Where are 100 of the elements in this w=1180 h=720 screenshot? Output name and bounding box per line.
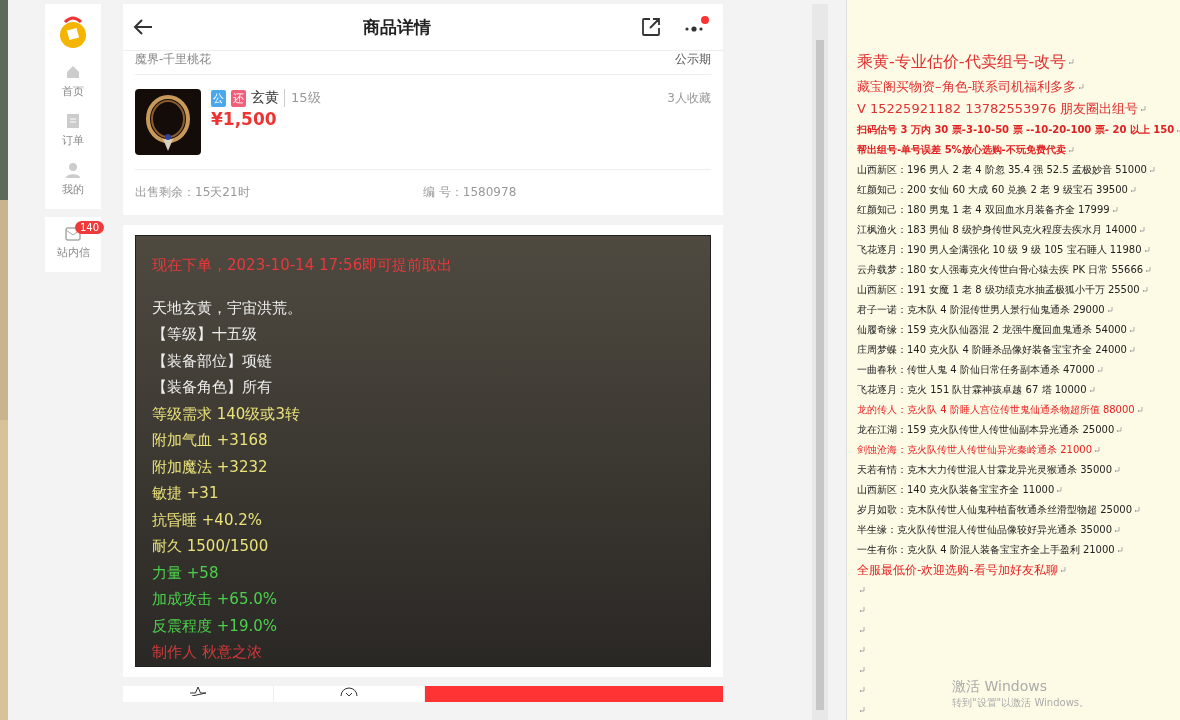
paragraph-mark-icon [859,687,865,693]
share-icon[interactable] [641,17,661,37]
description-line: 现在下单，2023-10-14 17:56即可提前取出 [152,255,454,276]
document-icon [66,113,80,129]
paragraph-mark-icon [1094,447,1100,453]
favorite-button[interactable] [123,686,274,702]
document-line: 山西新区：140 克火队装备宝宝齐全 11000 [857,480,1180,500]
document-line: 云舟载梦：180 女人强毒克火传世白骨心猿去疾 PK 日常 55666 [857,260,1180,280]
server-name: 魔界-千里桃花 [135,51,212,68]
paragraph-mark-icon [859,647,865,653]
document-line: 藏宝阁买物资–角色-联系司机福利多多 [857,76,1180,98]
paragraph-mark-icon [1136,407,1143,413]
paragraph-mark-icon [1148,167,1155,173]
document-line: V 15225921182 13782553976 朋友圈出组号 [857,98,1180,120]
paragraph-mark-icon [1088,387,1095,393]
paragraph-mark-icon [1068,59,1075,65]
document-line: 扫码估号 3 万内 30 票-3-10-50 票 --10-20-100 票- 20 以上 150 [857,120,1180,140]
buy-button[interactable] [425,686,723,702]
description-line: 天地玄黄，宇宙洪荒。 [152,297,303,319]
document-line: 江枫渔火：183 男仙 8 级护身传世风克火程度去疾水月 14000 [857,220,1180,240]
paragraph-mark-icon [859,607,865,613]
document-line: 庄周梦蝶：140 克火队 4 阶睡杀品像好装备宝宝齐全 24000 [857,340,1180,360]
paragraph-mark-icon [1116,547,1123,553]
user-icon [65,162,81,178]
description-line: 附加魔法 +3232 [152,456,269,478]
description-line: 等级需求 140级或3转 [152,403,301,425]
nav-item[interactable]: 首页 [62,64,84,99]
document-line: 仙履奇缘：159 克火队仙器混 2 龙强牛魔回血鬼通杀 54000 [857,320,1180,340]
description-line: 反震程度 +19.0% [152,615,278,637]
paragraph-mark-icon [1143,247,1150,253]
description-line: 制作人 秋意之浓 [152,642,263,663]
item-price: ¥1,500 [211,109,278,129]
document-line: 龙的传人：克火队 4 阶睡人宫位传世鬼仙通杀物超所值 88000 [857,400,1180,420]
paragraph-mark-icon [1139,227,1145,233]
home-icon [65,64,81,80]
document-line: 飞花逐月：190 男人全满强化 10 级 9 级 105 宝石睡人 11980 [857,240,1180,260]
activation-title: 激活 Windows [952,678,1048,696]
document-line: 红颜知己：200 女仙 60 大成 60 兑换 2 老 9 级宝石 39500 [857,180,1180,200]
paragraph-mark-icon [859,627,865,633]
document-line: 岁月如歌：克木队传世人仙鬼种植畜牧通杀丝滑型物超 25000 [857,500,1180,520]
paragraph-mark-icon [1106,307,1113,313]
paragraph-mark-icon [1111,207,1118,213]
description-line: 【等级】十五级 [152,324,258,345]
document-line: 君子一诺：克木队 4 阶混传世男人景行仙鬼通杀 29000 [857,300,1180,320]
paragraph-mark-icon [1059,567,1066,573]
paragraph-mark-icon [859,667,865,673]
document-line: 红颜知己：180 男鬼 1 老 4 双回血水月装备齐全 17999 [857,200,1180,220]
paragraph-mark-icon [1067,147,1074,153]
tag: 公 [211,89,226,107]
unread-badge: 140 [75,221,105,234]
tag: 还 [231,89,246,107]
scrollbar-thumb[interactable] [816,40,824,710]
paragraph-mark-icon [1129,347,1135,353]
nav-item[interactable]: 我的 [62,162,84,197]
paragraph-mark-icon [1096,367,1103,373]
remaining-time: 出售剩余：15天21时 [135,184,250,201]
paragraph-mark-icon [1140,106,1147,112]
document-line: 帮出组号-单号误差 5%放心选购-不玩免费代卖 [857,140,1180,160]
paragraph-mark-icon [1141,287,1148,293]
description-line: 附加气血 +3168 [152,430,269,451]
cancel-button[interactable] [274,686,425,702]
back-arrow-icon[interactable] [133,18,153,36]
paragraph-mark-icon [1114,527,1120,533]
document-line: 剑蚀沧海：克火队传世人传世仙异光秦岭通杀 21000 [857,440,1180,460]
paragraph-mark-icon [1129,187,1136,193]
paragraph-mark-icon [1078,84,1085,90]
document-line: 全服最低价-欢迎选购-看号加好友私聊 [857,560,1180,580]
description-line: 【装备角色】所有 [152,377,273,398]
status-label: 公示期 [675,51,711,68]
description-line: 【装备部位】项链 [152,350,273,372]
paragraph-mark-icon [1114,467,1120,473]
page-title: 商品详情 [363,15,431,39]
description-line: 耐久 1500/1500 [152,536,270,557]
paragraph-mark-icon [859,587,865,593]
document-line: 一生有你：克火队 4 阶混人装备宝宝齐全上手盈利 21000 [857,540,1180,560]
document-line: 一曲春秋：传世人鬼 4 阶仙日常任务副本通杀 47000 [857,360,1180,380]
favorites-count: 3人收藏 [667,89,711,107]
paragraph-mark-icon [1129,327,1135,333]
item-number: 编 号：1580978 [423,184,517,201]
paragraph-mark-icon [859,707,865,713]
activation-hint: 转到"设置"以激活 Windows。 [952,696,1090,710]
star-icon [189,686,207,696]
paragraph-mark-icon [1134,507,1140,513]
description-line: 加成攻击 +65.0% [152,589,278,610]
item-name: 玄黄 [251,89,279,107]
paragraph-mark-icon [1056,487,1063,493]
paragraph-mark-icon [1145,267,1152,273]
description-line: 敏捷 +31 [152,483,220,504]
document-line: 龙在江湖：159 克火队传世人传世仙副本异光通杀 25000 [857,420,1180,440]
document-line: 山西新区：191 女魔 1 老 8 级功绩克水抽孟极狐小千万 25500 [857,280,1180,300]
document-line: 山西新区：196 男人 2 老 4 阶忽 35.4 强 52.5 孟极妙音 51000 [857,160,1180,180]
document-line: 半生缘：克火队传世混人传世仙品像较好异光通杀 35000 [857,520,1180,540]
description-line: 抗昏睡 +40.2% [152,509,263,531]
document-line: 乘黄-专业估价-代卖组号-改号 [857,48,1180,76]
paragraph-mark-icon [1116,427,1123,433]
nav-item[interactable]: 订单 [62,113,84,148]
messages-nav-item[interactable]: 站内信 140 [45,217,101,272]
document-line: 天若有情：克木大力传世混人甘霖龙异光灵猴通杀 35000 [857,460,1180,480]
document-line: 飞花逐月：克火 151 队甘霖神孩卓越 67 塔 10000 [857,380,1180,400]
item-level: 15级 [284,89,321,107]
